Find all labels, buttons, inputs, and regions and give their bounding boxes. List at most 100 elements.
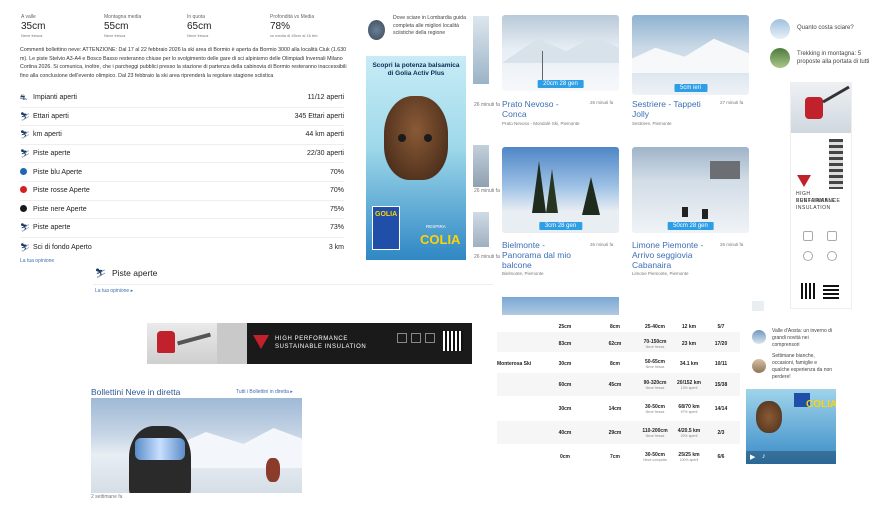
play-icon[interactable]: ▶: [750, 453, 755, 461]
stat-row-blue: Piste blu Aperte 70%: [20, 163, 344, 182]
webcam-title[interactable]: Sestriere - Tappeti Jolly: [632, 99, 712, 119]
webcam-thumb[interactable]: 5cm ieri: [632, 15, 749, 95]
webcam-title[interactable]: Bielmonte - Panorama dal mio balcone: [502, 240, 584, 270]
ad-photo: [791, 83, 851, 133]
stat-top: In quota 65cm Neve fresca: [186, 14, 269, 42]
cell-valley: 0cm: [559, 453, 570, 460]
webcam-title[interactable]: Limone Piemonte - Arrivo seggiovia Caban…: [632, 240, 716, 270]
webcam-thumb[interactable]: [502, 297, 619, 317]
goggles-shape: [135, 438, 185, 460]
row-label: Piste blu Aperte: [33, 168, 83, 176]
section-title: Piste aperte: [112, 268, 158, 278]
article-thumb[interactable]: [752, 330, 766, 344]
row-label: Sci di fondo Aperto: [33, 243, 92, 251]
stat-value: 78%: [270, 21, 291, 32]
stat-row-lifts: ⛐ Impianti aperti 11/12 aperti: [20, 89, 344, 108]
table-row[interactable]: 0cm 7cm 30-50cm Neve compatta 25/25 km 100…: [497, 445, 740, 468]
webcam-title[interactable]: Prato Nevoso - Conca: [502, 99, 582, 119]
row-value: 11/12 aperti: [307, 94, 344, 102]
ad-headline: Scopri la potenza balsamica di Golia Act…: [372, 62, 460, 77]
tree-shape: [532, 161, 546, 213]
article-title[interactable]: Trekking in montagna: 5 proposte alla po…: [797, 50, 877, 66]
vertical-ad[interactable]: HIGH PERFORMANCE SUSTAINABLE INSULATION: [790, 82, 852, 309]
cell-lifts: 10/11: [714, 360, 728, 367]
skier-figure: [266, 458, 280, 482]
article-thumb[interactable]: [770, 19, 790, 39]
time-label: 26 minuti fa: [474, 102, 500, 108]
row-label: Piste aperte: [33, 150, 71, 158]
stat-sub: Neve fresca: [187, 33, 209, 38]
table-row[interactable]: 60cm 45cm 90-320cm Neve fresca 20/152 km 1…: [497, 373, 740, 396]
webcam-time: 26 minuti fa: [720, 242, 744, 247]
stat-row-km: ⛷ km aperti 44 km aperti: [20, 126, 344, 145]
article-thumb[interactable]: [770, 48, 790, 68]
article-title[interactable]: Settimane bianche, occasioni, famiglie e…: [772, 353, 834, 381]
cell-lifts: 14/14: [714, 405, 728, 412]
skier-figure: [805, 97, 823, 119]
webcam-thumb[interactable]: 20cm 28 gen: [502, 15, 619, 91]
article-thumb[interactable]: [368, 20, 385, 40]
ad-tag: SUSTAINABLE INSULATION: [796, 198, 836, 211]
row-label: Ettari aperti: [33, 112, 69, 120]
live-all-link[interactable]: Tutti i Bollettini in diretta ▸: [236, 389, 293, 395]
row-value: 70%: [329, 168, 344, 176]
opinion-link[interactable]: La tua opinione ▸: [95, 288, 133, 294]
mountain-shape: [502, 36, 619, 63]
stat-value: 65cm: [187, 21, 212, 32]
cell-depth: 25-40cm: [644, 323, 665, 330]
bear-eye: [398, 134, 406, 142]
distance-icon: ⛷: [20, 130, 31, 140]
article-title[interactable]: Quanto costa sciare?: [797, 25, 854, 31]
live-title: Bollettini Neve in diretta: [91, 387, 181, 397]
banner-tag: SUSTAINABLE INSULATION: [275, 344, 367, 350]
article-thumb[interactable]: [752, 301, 764, 311]
piste-section-header: ⛷ Piste aperte: [93, 265, 493, 285]
black-slope-icon: [20, 204, 33, 214]
stat-valley: A valle 35cm Neve fresca: [20, 14, 103, 42]
stat-sub: Neve fresca: [104, 33, 126, 38]
row-label: Piste aperte: [33, 224, 71, 232]
opinion-link-small[interactable]: La tua opinione: [20, 258, 54, 264]
article-title[interactable]: Dove sciare in Lombardia guida completa …: [393, 15, 473, 38]
product-pack: GOLIA: [372, 206, 400, 250]
stat-label: A valle: [21, 14, 36, 20]
banner-ad[interactable]: HIGH PERFORMANCE SUSTAINABLE INSULATION: [147, 323, 472, 364]
feature-icon: [411, 333, 421, 343]
row-value: 345 Ettari aperti: [294, 112, 344, 120]
time-label: 26 minuti fa: [474, 188, 500, 194]
skier-icon: ⛷: [20, 223, 31, 233]
article-title[interactable]: Valle d'Aosta: un inverno di grandi novi…: [772, 328, 834, 349]
cell-km: 20/152 km 13% aperti: [677, 379, 701, 390]
stat-value: 35cm: [21, 21, 46, 32]
row-value: 75%: [329, 205, 344, 213]
golia-ad[interactable]: Scopri la potenza balsamica di Golia Act…: [366, 56, 466, 260]
cell-km: 34.1 km: [679, 360, 699, 367]
banner-photo: [147, 323, 217, 364]
live-caption: 2 settimane fa: [91, 494, 123, 500]
article-thumb[interactable]: [752, 359, 766, 373]
cell-valley: 40cm: [558, 429, 572, 436]
cell-top: 62cm: [608, 340, 622, 347]
red-slope-icon: [20, 186, 33, 195]
video-ad[interactable]: COLIA ▶ ♪: [746, 389, 836, 464]
table-row[interactable]: 30cm 14cm 30-50cm Neve fresca 68/70 km 97%…: [497, 397, 740, 420]
table-row[interactable]: Monterosa Ski 30cm 8cm 50-65cm Neve fresc…: [497, 352, 740, 375]
live-photo[interactable]: [91, 398, 302, 493]
feature-icon: [827, 251, 837, 261]
webcam-thumb[interactable]: 50cm 28 gen: [632, 147, 749, 233]
cell-top: 14cm: [608, 405, 622, 412]
cell-km: 4/20.5 km 20% aperti: [677, 427, 701, 438]
brand-logo-icon: [253, 335, 269, 349]
cell-top: 7cm: [609, 453, 620, 460]
cell-top: 29cm: [608, 429, 622, 436]
snow-stats: A valle 35cm Neve fresca Montagna media …: [20, 14, 352, 42]
cell-top: 45cm: [608, 381, 622, 388]
video-controls: ▶ ♪: [746, 451, 836, 464]
stat-row-hectares: ⛷ Ettari aperti 345 Ettari aperti: [20, 108, 344, 127]
thumb-strip: [473, 16, 489, 84]
volume-icon[interactable]: ♪: [762, 453, 766, 460]
table-row[interactable]: 40cm 29cm 110-200cm Neve fresca 4/20.5 km…: [497, 421, 740, 444]
fabric-strip: [829, 139, 843, 189]
banner-brand: HIGH PERFORMANCE: [275, 336, 348, 342]
webcam-thumb[interactable]: 3cm 28 gen: [502, 147, 619, 233]
